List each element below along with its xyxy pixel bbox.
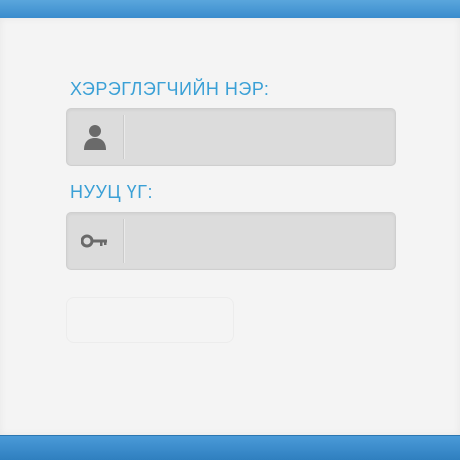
password-field[interactable] (66, 212, 396, 270)
login-button[interactable] (66, 297, 234, 343)
top-bar (0, 0, 460, 19)
username-label: ХЭРЭГЛЭГЧИЙН НЭР: (70, 79, 270, 99)
field-divider (123, 115, 124, 159)
field-divider (123, 219, 124, 263)
username-input[interactable] (127, 117, 389, 159)
username-field[interactable] (66, 108, 396, 166)
user-icon (67, 109, 123, 165)
bottom-bar (0, 435, 460, 460)
password-label: НУУЦ ҮГ: (70, 182, 153, 202)
password-input[interactable] (127, 221, 389, 263)
key-icon (67, 213, 123, 269)
